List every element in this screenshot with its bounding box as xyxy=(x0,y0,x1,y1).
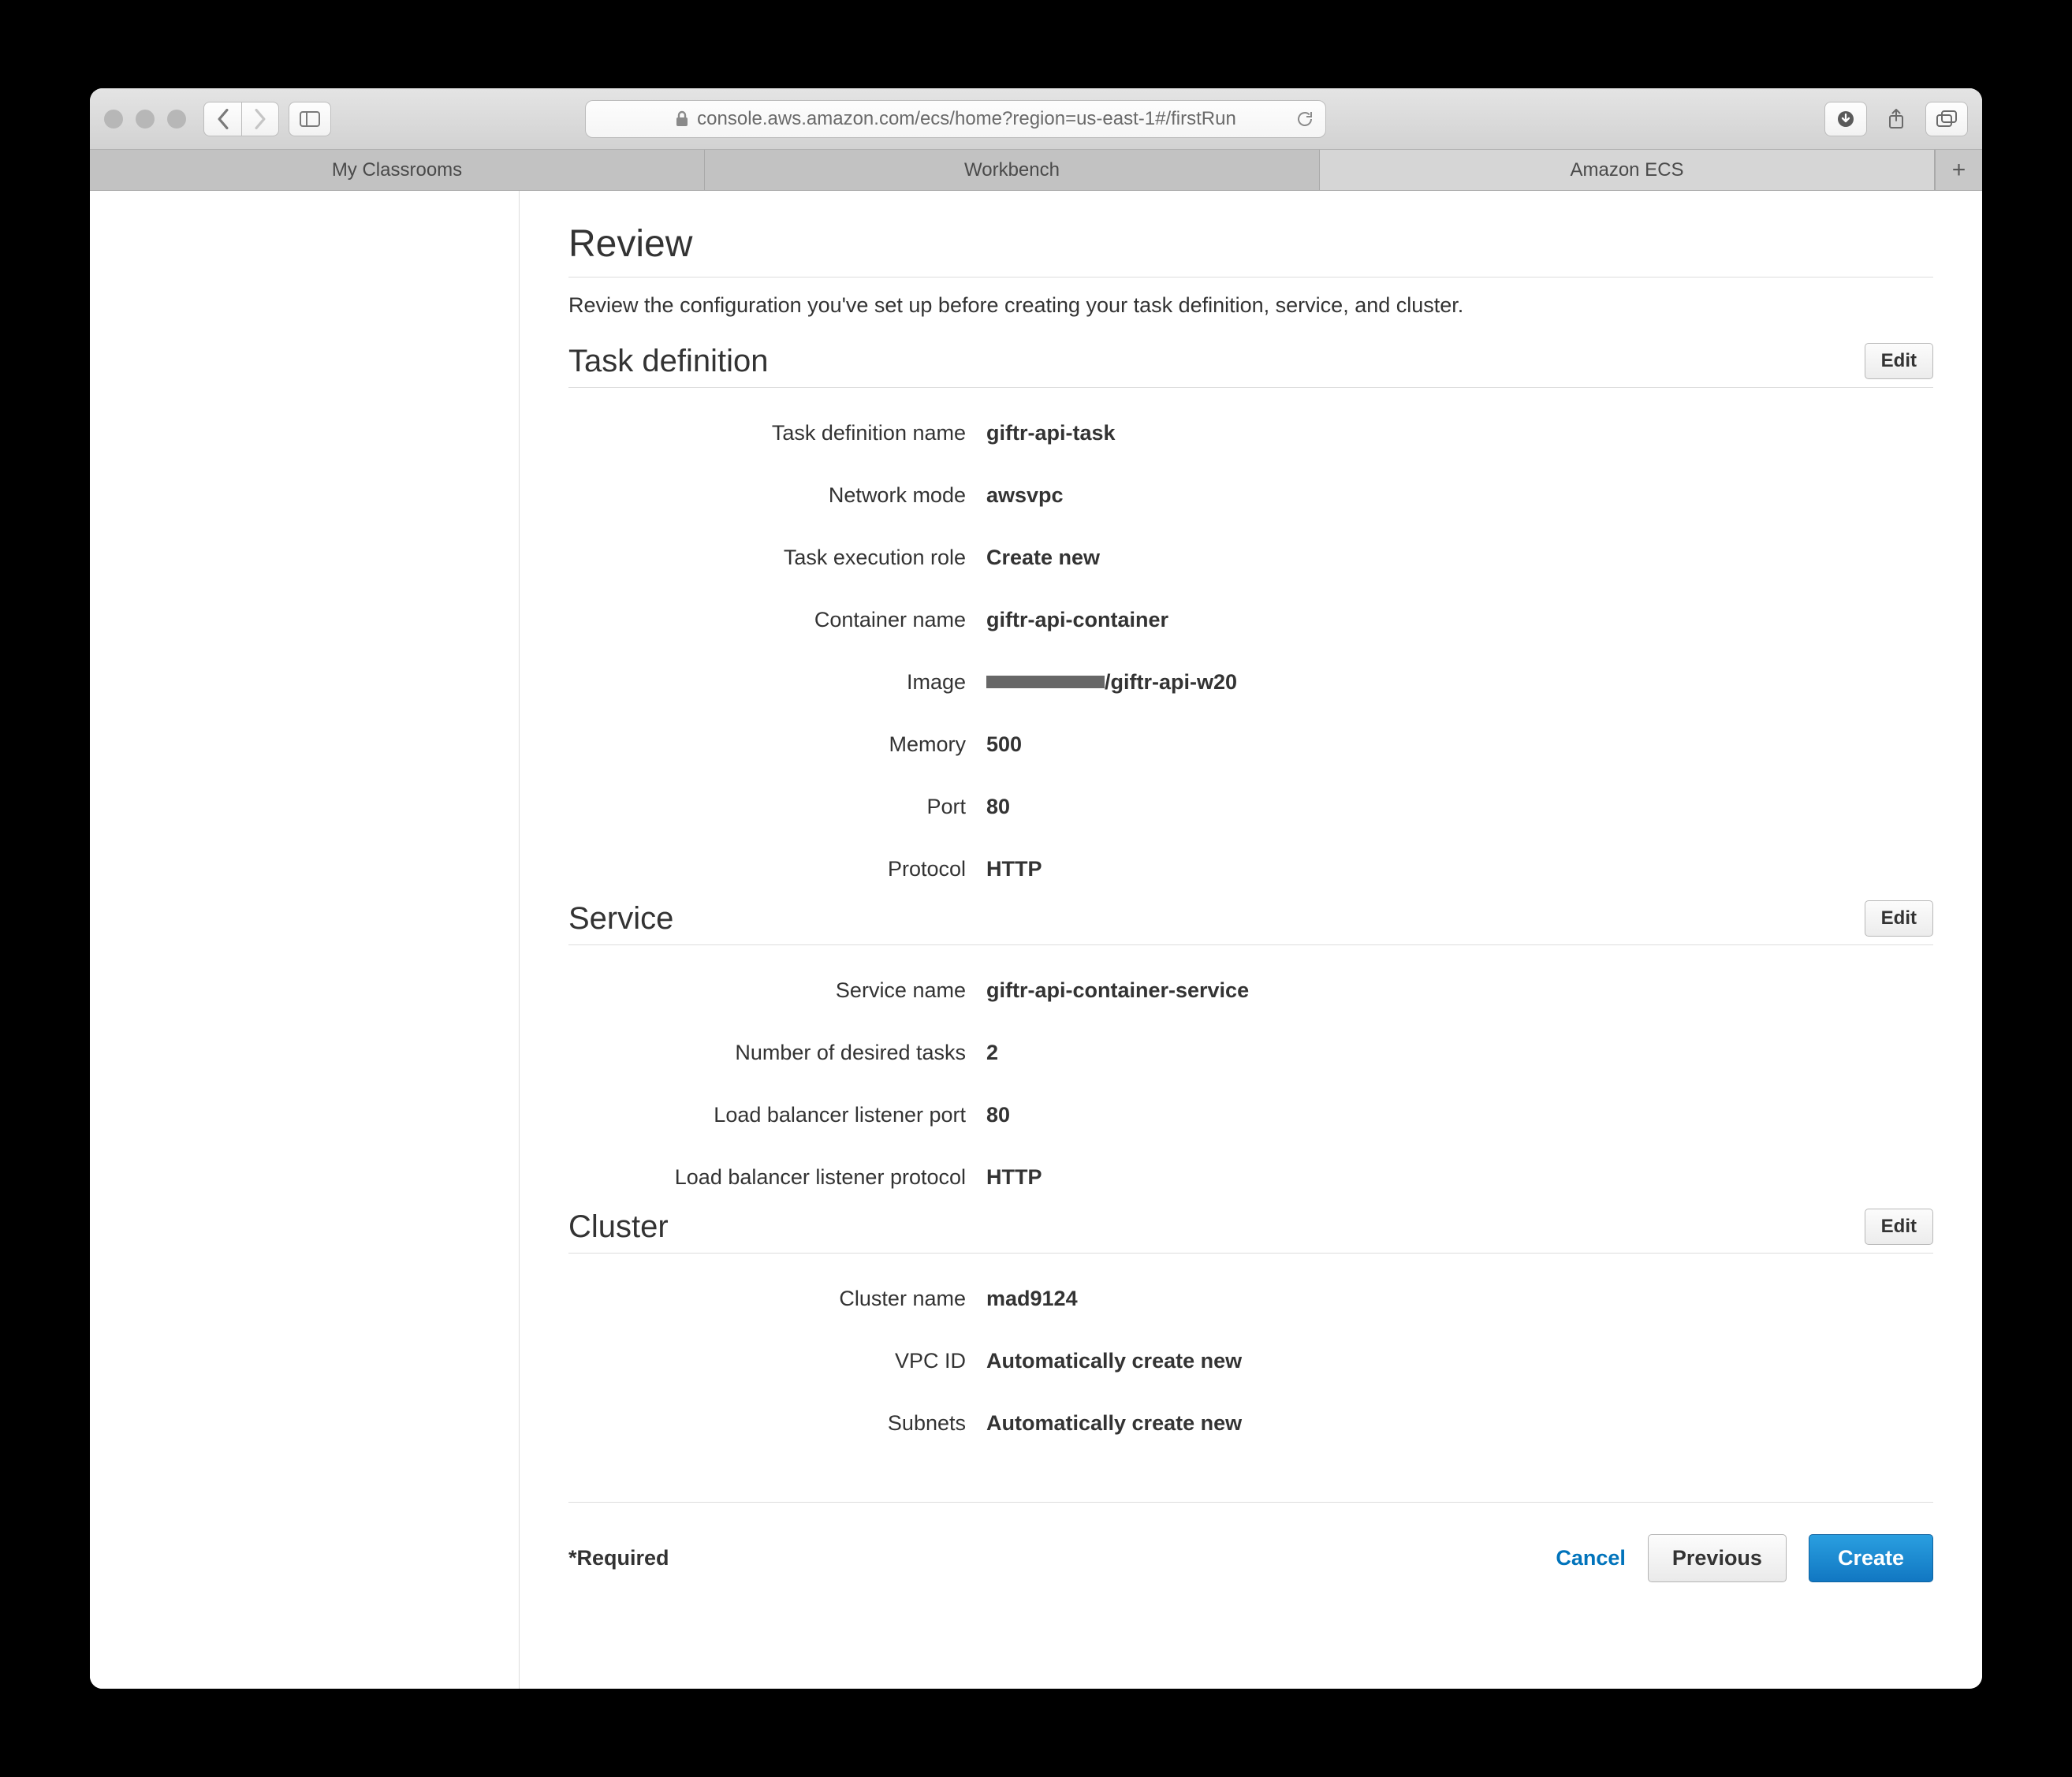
footer-separator xyxy=(568,1502,1933,1503)
label-memory: Memory xyxy=(568,732,986,757)
share-button[interactable] xyxy=(1875,102,1917,136)
row-network-mode: Network mode awsvpc xyxy=(568,483,1933,508)
value-memory: 500 xyxy=(986,732,1022,757)
section-title-cluster: Cluster xyxy=(568,1209,669,1245)
page-title: Review xyxy=(568,222,1933,278)
tab-workbench[interactable]: Workbench xyxy=(705,150,1320,190)
sidebar-toggle-button[interactable] xyxy=(289,102,331,136)
cancel-button[interactable]: Cancel xyxy=(1556,1546,1626,1570)
row-memory: Memory 500 xyxy=(568,732,1933,757)
label-desired-tasks: Number of desired tasks xyxy=(568,1041,986,1065)
label-subnets: Subnets xyxy=(568,1411,986,1436)
row-cluster-name: Cluster name mad9124 xyxy=(568,1287,1933,1311)
traffic-lights xyxy=(104,110,186,129)
section-head-task-definition: Task definition Edit xyxy=(568,343,1933,388)
row-image: Image /giftr-api-w20 xyxy=(568,670,1933,695)
value-network-mode: awsvpc xyxy=(986,483,1064,508)
value-lb-protocol: HTTP xyxy=(986,1165,1042,1190)
footer-row: *Required Cancel Previous Create xyxy=(568,1534,1933,1590)
footer-actions: Cancel Previous Create xyxy=(1556,1534,1933,1582)
tab-my-classrooms[interactable]: My Classrooms xyxy=(90,150,705,190)
label-cluster-name: Cluster name xyxy=(568,1287,986,1311)
value-container-name: giftr-api-container xyxy=(986,608,1168,632)
close-window-icon[interactable] xyxy=(104,110,123,129)
back-button[interactable] xyxy=(203,102,241,136)
label-network-mode: Network mode xyxy=(568,483,986,508)
label-vpc-id: VPC ID xyxy=(568,1349,986,1373)
browser-window: console.aws.amazon.com/ecs/home?region=u… xyxy=(90,88,1982,1689)
row-container-name: Container name giftr-api-container xyxy=(568,608,1933,632)
left-sidebar xyxy=(90,191,520,1689)
create-button[interactable]: Create xyxy=(1809,1534,1933,1582)
section-head-cluster: Cluster Edit xyxy=(568,1209,1933,1254)
label-lb-protocol: Load balancer listener protocol xyxy=(568,1165,986,1190)
label-image: Image xyxy=(568,670,986,695)
label-task-execution-role: Task execution role xyxy=(568,546,986,570)
value-image: /giftr-api-w20 xyxy=(986,670,1237,695)
row-task-definition-name: Task definition name giftr-api-task xyxy=(568,421,1933,445)
section-title-service: Service xyxy=(568,901,673,937)
value-vpc-id: Automatically create new xyxy=(986,1349,1242,1373)
redacted-image-prefix xyxy=(986,676,1105,688)
value-task-definition-name: giftr-api-task xyxy=(986,421,1116,445)
url-text: console.aws.amazon.com/ecs/home?region=u… xyxy=(697,108,1236,130)
downloads-button[interactable] xyxy=(1824,102,1867,136)
browser-toolbar: console.aws.amazon.com/ecs/home?region=u… xyxy=(90,88,1982,150)
label-service-name: Service name xyxy=(568,978,986,1003)
image-suffix: /giftr-api-w20 xyxy=(1105,670,1237,694)
zoom-window-icon[interactable] xyxy=(167,110,186,129)
row-port: Port 80 xyxy=(568,795,1933,819)
nav-buttons xyxy=(203,102,279,136)
row-protocol: Protocol HTTP xyxy=(568,857,1933,881)
value-cluster-name: mad9124 xyxy=(986,1287,1078,1311)
value-protocol: HTTP xyxy=(986,857,1042,881)
label-protocol: Protocol xyxy=(568,857,986,881)
row-lb-port: Load balancer listener port 80 xyxy=(568,1103,1933,1127)
lock-icon xyxy=(675,110,689,128)
page-body: Review Review the configuration you've s… xyxy=(90,191,1982,1689)
label-task-definition-name: Task definition name xyxy=(568,421,986,445)
label-container-name: Container name xyxy=(568,608,986,632)
new-tab-button[interactable]: + xyxy=(1935,150,1982,190)
url-bar[interactable]: console.aws.amazon.com/ecs/home?region=u… xyxy=(585,100,1326,138)
value-lb-port: 80 xyxy=(986,1103,1010,1127)
label-lb-port: Load balancer listener port xyxy=(568,1103,986,1127)
forward-button[interactable] xyxy=(241,102,279,136)
refresh-icon[interactable] xyxy=(1295,110,1314,129)
value-task-execution-role: Create new xyxy=(986,546,1100,570)
tabs-button[interactable] xyxy=(1925,102,1968,136)
content-area: Review Review the configuration you've s… xyxy=(520,191,1982,1689)
tab-amazon-ecs[interactable]: Amazon ECS xyxy=(1320,150,1935,190)
required-note: *Required xyxy=(568,1546,669,1570)
value-desired-tasks: 2 xyxy=(986,1041,998,1065)
section-head-service: Service Edit xyxy=(568,900,1933,945)
edit-service-button[interactable]: Edit xyxy=(1865,900,1933,937)
row-service-name: Service name giftr-api-container-service xyxy=(568,978,1933,1003)
page-description: Review the configuration you've set up b… xyxy=(568,293,1933,318)
previous-button[interactable]: Previous xyxy=(1648,1534,1787,1582)
row-subnets: Subnets Automatically create new xyxy=(568,1411,1933,1436)
value-service-name: giftr-api-container-service xyxy=(986,978,1249,1003)
row-lb-protocol: Load balancer listener protocol HTTP xyxy=(568,1165,1933,1190)
toolbar-right xyxy=(1824,102,1968,136)
row-vpc-id: VPC ID Automatically create new xyxy=(568,1349,1933,1373)
value-port: 80 xyxy=(986,795,1010,819)
edit-cluster-button[interactable]: Edit xyxy=(1865,1209,1933,1245)
section-title-task-definition: Task definition xyxy=(568,344,768,379)
row-desired-tasks: Number of desired tasks 2 xyxy=(568,1041,1933,1065)
label-port: Port xyxy=(568,795,986,819)
tab-strip: My Classrooms Workbench Amazon ECS + xyxy=(90,150,1982,191)
minimize-window-icon[interactable] xyxy=(136,110,155,129)
value-subnets: Automatically create new xyxy=(986,1411,1242,1436)
row-task-execution-role: Task execution role Create new xyxy=(568,546,1933,570)
edit-task-definition-button[interactable]: Edit xyxy=(1865,343,1933,379)
